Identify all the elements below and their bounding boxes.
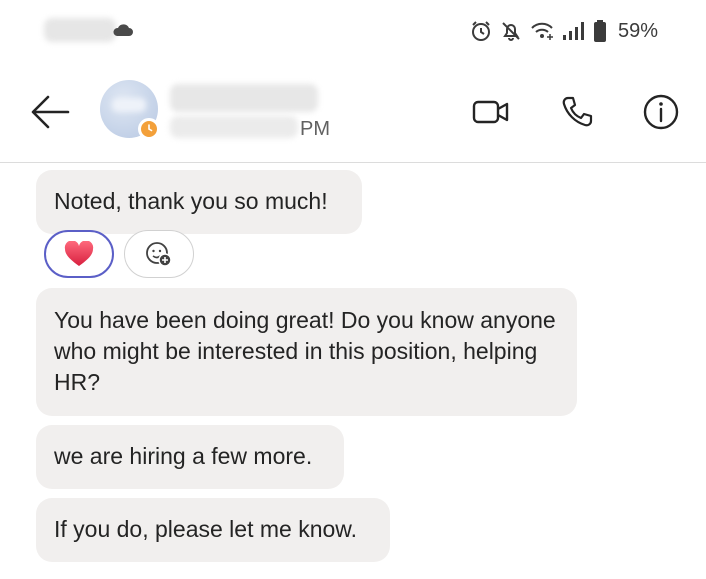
phone-call-icon xyxy=(562,96,593,127)
heart-icon xyxy=(64,241,94,266)
add-reaction-icon xyxy=(146,242,172,267)
presence-away-indicator xyxy=(138,118,160,140)
chat-header: PM xyxy=(0,62,706,163)
battery-icon xyxy=(594,20,606,42)
message-bubble[interactable]: we are hiring a few more. xyxy=(36,425,344,489)
message-bubble[interactable]: Noted, thank you so much! xyxy=(36,170,362,234)
status-bar: 59% xyxy=(0,0,706,62)
video-call-button[interactable] xyxy=(468,90,514,134)
message-text: Noted, thank you so much! xyxy=(54,188,328,214)
last-seen-text: PM xyxy=(300,118,330,140)
signal-icon xyxy=(563,22,584,40)
notifications-off-icon xyxy=(502,22,520,41)
message-bubble[interactable]: You have been doing great! Do you know a… xyxy=(36,288,577,416)
status-bar-time-redacted xyxy=(44,18,116,42)
back-arrow-icon[interactable] xyxy=(28,92,72,132)
avatar-image-redacted xyxy=(112,98,146,112)
message-text: we are hiring a few more. xyxy=(54,443,313,469)
contact-status-redacted xyxy=(170,116,298,138)
battery-percentage: 59% xyxy=(618,19,659,42)
info-button[interactable] xyxy=(638,90,684,134)
add-reaction-button[interactable] xyxy=(124,230,194,278)
cloud-icon xyxy=(113,24,133,36)
message-bubble[interactable]: If you do, please let me know. xyxy=(36,498,390,562)
contact-name-redacted xyxy=(170,84,318,112)
message-text: If you do, please let me know. xyxy=(54,516,358,542)
reaction-heart[interactable] xyxy=(44,230,114,278)
alarm-icon xyxy=(472,21,490,41)
phone-call-button[interactable] xyxy=(554,90,600,134)
wifi-icon xyxy=(531,22,553,40)
video-call-icon xyxy=(472,100,509,124)
info-icon xyxy=(643,94,679,130)
message-text: You have been doing great! Do you know a… xyxy=(54,307,556,395)
